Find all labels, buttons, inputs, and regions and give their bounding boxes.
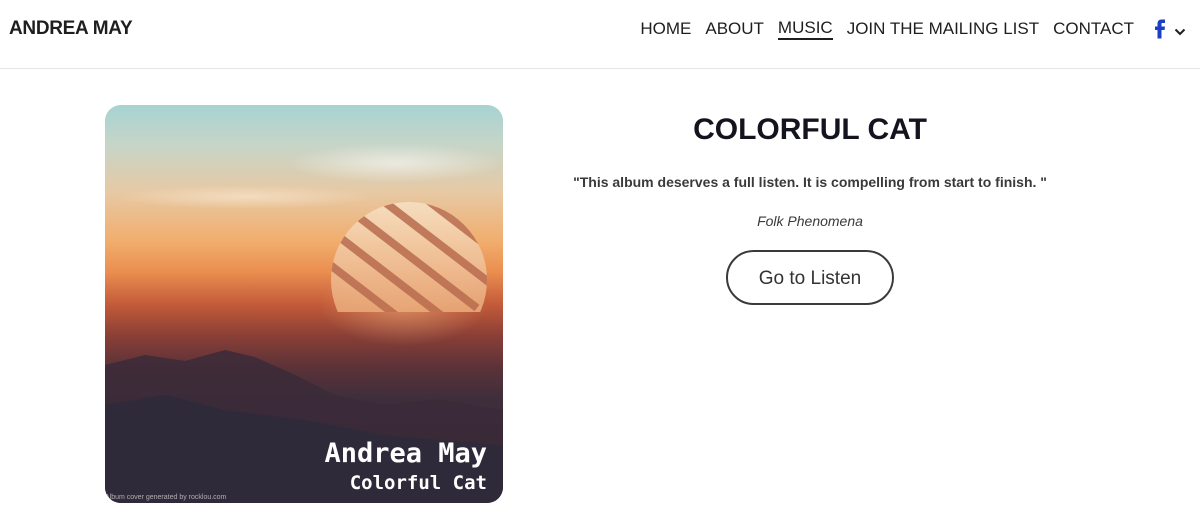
nav-mailing-list[interactable]: JOIN THE MAILING LIST: [847, 18, 1039, 40]
album-cover[interactable]: Andrea May Colorful Cat Album cover gene…: [105, 105, 503, 503]
nav-about[interactable]: ABOUT: [705, 18, 764, 40]
facebook-icon[interactable]: [1154, 19, 1166, 39]
main-nav: HOME ABOUT MUSIC JOIN THE MAILING LIST C…: [626, 18, 1186, 40]
chevron-down-icon[interactable]: [1174, 24, 1186, 36]
cover-credit-text: Album cover generated by rocklou.com: [105, 494, 227, 501]
nav-contact[interactable]: CONTACT: [1053, 18, 1134, 40]
cover-artist-text: Andrea May: [324, 438, 487, 469]
cover-cloud: [285, 143, 503, 183]
site-brand[interactable]: ANDREA MAY: [9, 18, 133, 40]
album-title: COLORFUL CAT: [693, 113, 927, 146]
site-header: ANDREA MAY HOME ABOUT MUSIC JOIN THE MAI…: [0, 0, 1200, 69]
album-details: COLORFUL CAT "This album deserves a full…: [500, 105, 1120, 305]
cover-album-text: Colorful Cat: [349, 472, 487, 494]
review-source: Folk Phenomena: [757, 213, 863, 229]
nav-music[interactable]: MUSIC: [777, 18, 833, 40]
review-quote: "This album deserves a full listen. It i…: [573, 174, 1047, 190]
go-to-listen-button[interactable]: Go to Listen: [726, 250, 894, 305]
nav-home[interactable]: HOME: [640, 18, 691, 40]
